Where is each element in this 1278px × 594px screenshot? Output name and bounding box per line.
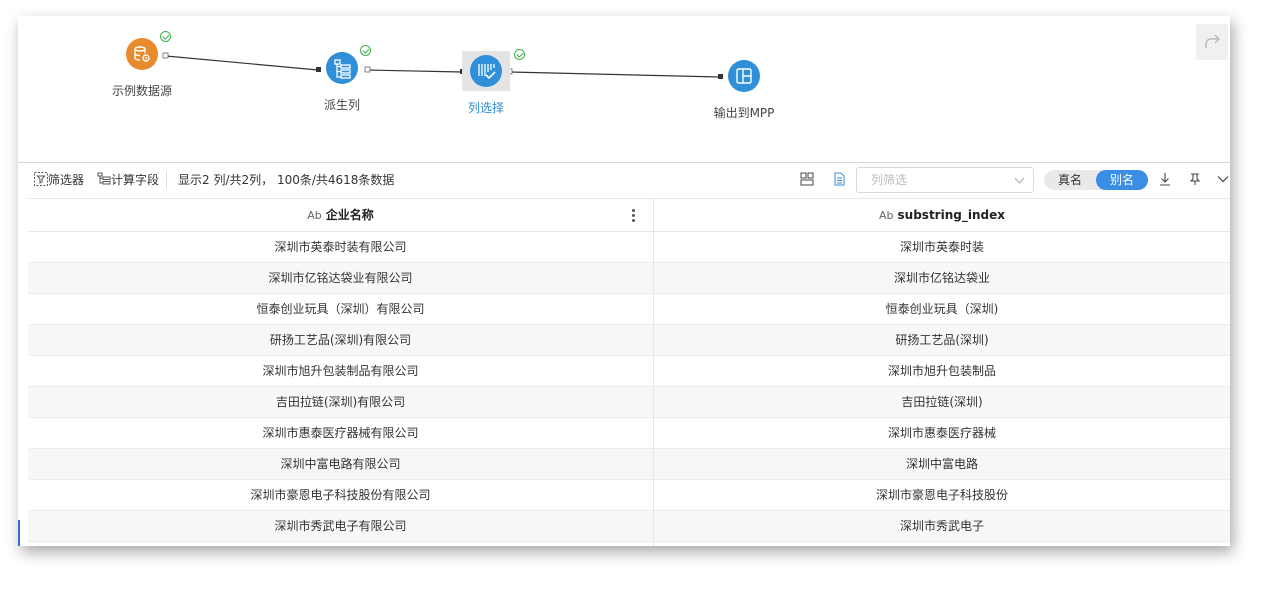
- table-cell: 恒泰创业玩具（深圳）有限公司: [256, 302, 425, 316]
- table-cell: 深圳市旭升包装制品有限公司: [262, 364, 419, 378]
- table-cell: 深圳市英泰时装有限公司: [274, 240, 407, 254]
- flow-node-column-select[interactable]: 列选择: [426, 49, 546, 115]
- toggle-alias[interactable]: 别名: [1096, 170, 1148, 190]
- preview-toolbar: 筛选器 计算字段 显示2 列/共2列， 100条/共4618条数据 列筛选 真名…: [18, 162, 1230, 198]
- derive-column-icon: [326, 52, 358, 84]
- filter-button[interactable]: 筛选器: [34, 163, 84, 197]
- toggle-real-name[interactable]: 真名: [1044, 170, 1096, 190]
- edge-marker: [18, 520, 20, 546]
- table-cell: 恒泰创业玩具（深圳): [885, 302, 999, 316]
- text-type-badge: Ab: [307, 209, 322, 222]
- collapse-button[interactable]: [1216, 163, 1230, 197]
- data-table: Ab 企业名称 Ab substring_index 深圳市英泰时装有限公司 深圳市…: [28, 198, 1230, 546]
- document-view-button[interactable]: [832, 163, 846, 197]
- table-row[interactable]: 深圳市秀武电子有限公司 深圳市秀武电子: [28, 511, 1230, 542]
- document-icon: [834, 172, 845, 186]
- node-label: 派生列: [323, 98, 360, 112]
- table-row[interactable]: 吉田拉链(深圳)有限公司 吉田拉链(深圳): [28, 387, 1230, 418]
- database-gear-icon: [126, 38, 158, 70]
- table-cell: 吉田拉链(深圳): [901, 395, 983, 409]
- table-header: Ab 企业名称 Ab substring_index: [28, 198, 1230, 232]
- table-row[interactable]: 深圳市惠泰医疗器械有限公司 深圳市惠泰医疗器械: [28, 418, 1230, 449]
- redo-button[interactable]: [1196, 24, 1228, 60]
- download-icon: [1160, 173, 1170, 186]
- table-cell: 深圳中富电路有限公司: [280, 457, 401, 471]
- column-header-substring[interactable]: Ab substring_index: [654, 199, 1230, 231]
- table-row[interactable]: 深圳市英泰时装有限公司 深圳市英泰时装: [28, 232, 1230, 263]
- toolbar-divider: [166, 171, 167, 189]
- flow-node-derive[interactable]: 派生列: [282, 45, 402, 112]
- pin-button[interactable]: [1188, 163, 1202, 197]
- table-cell: 吉田拉链(深圳)有限公司: [275, 395, 406, 409]
- table-row[interactable]: 深圳市旭升包装制品有限公司 深圳市旭升包装制品: [28, 356, 1230, 387]
- table-cell: 深圳市豪恩电子科技股份有限公司: [250, 488, 431, 502]
- column-filter-select[interactable]: 列筛选: [856, 167, 1034, 193]
- table-row[interactable]: 深圳市亿铭达袋业有限公司 深圳市亿铭达袋业: [28, 263, 1230, 294]
- table-cell: 研扬工艺品(深圳)有限公司: [269, 333, 412, 347]
- column-header-label: 企业名称: [325, 208, 374, 222]
- column-select-icon: [470, 55, 502, 87]
- node-label: 示例数据源: [111, 84, 172, 98]
- table-row[interactable]: 深圳中富电路有限公司 深圳中富电路: [28, 449, 1230, 480]
- table-cell: 研扬工艺品(深圳): [895, 333, 989, 347]
- table-cell: 深圳市亿铭达袋业: [893, 271, 990, 285]
- table-cell: 深圳市秀武电子: [899, 519, 984, 533]
- table-cell: 深圳市惠泰医疗器械有限公司: [262, 426, 419, 440]
- table-cell: 深圳市惠泰医疗器械: [887, 426, 996, 440]
- column-header-label: substring_index: [897, 208, 1005, 222]
- filter-icon: [34, 172, 48, 186]
- chevron-down-icon: [1014, 173, 1025, 184]
- text-type-badge: Ab: [879, 209, 894, 222]
- name-alias-toggle[interactable]: 真名 别名: [1044, 170, 1148, 190]
- table-row[interactable]: 研扬工艺品(深圳)有限公司 研扬工艺品(深圳): [28, 325, 1230, 356]
- ok-check-icon: [514, 49, 525, 60]
- column-menu-button[interactable]: [632, 209, 635, 223]
- calc-field-icon: [97, 172, 111, 185]
- table-cell: 深圳市英泰时装: [899, 240, 984, 254]
- app-window: 示例数据源 派生列 列选择 输出到MPP 筛选器 计算字段 显示2 列/共2列，…: [18, 16, 1230, 546]
- output-mpp-icon: [728, 60, 760, 92]
- grid-layout-icon: [800, 172, 814, 186]
- table-cell: 深圳市秀武电子有限公司: [274, 519, 407, 533]
- column-divider[interactable]: [653, 198, 654, 546]
- table-cell: 深圳市豪恩电子科技股份: [875, 488, 1008, 502]
- layout-toggle-button[interactable]: [800, 163, 814, 197]
- redo-icon: [1205, 34, 1221, 48]
- data-summary: 显示2 列/共2列， 100条/共4618条数据: [178, 173, 395, 187]
- flow-canvas[interactable]: 示例数据源 派生列 列选择 输出到MPP: [18, 16, 1230, 162]
- table-cell: 深圳市旭升包装制品: [887, 364, 996, 378]
- table-row[interactable]: 深圳市豪恩电子科技股份有限公司 深圳市豪恩电子科技股份: [28, 480, 1230, 511]
- column-header-company[interactable]: Ab 企业名称: [28, 199, 653, 231]
- table-cell: 深圳市亿铭达袋业有限公司: [268, 271, 413, 285]
- table-cell: 深圳中富电路: [905, 457, 978, 471]
- calc-field-button[interactable]: 计算字段: [97, 163, 159, 197]
- table-row[interactable]: 恒泰创业玩具（深圳）有限公司 恒泰创业玩具（深圳): [28, 294, 1230, 325]
- download-button[interactable]: [1158, 163, 1172, 197]
- flow-node-datasource[interactable]: 示例数据源: [82, 31, 202, 98]
- calc-field-label: 计算字段: [111, 173, 160, 187]
- ok-check-icon: [360, 45, 371, 56]
- filter-label: 筛选器: [48, 173, 85, 187]
- column-filter-placeholder: 列筛选: [871, 173, 908, 187]
- node-label: 输出到MPP: [713, 106, 775, 120]
- pin-icon: [1189, 173, 1201, 185]
- chevron-down-icon: [1217, 176, 1229, 183]
- node-label: 列选择: [467, 101, 504, 115]
- flow-node-output-mpp[interactable]: 输出到MPP: [684, 60, 804, 120]
- ok-check-icon: [160, 31, 171, 42]
